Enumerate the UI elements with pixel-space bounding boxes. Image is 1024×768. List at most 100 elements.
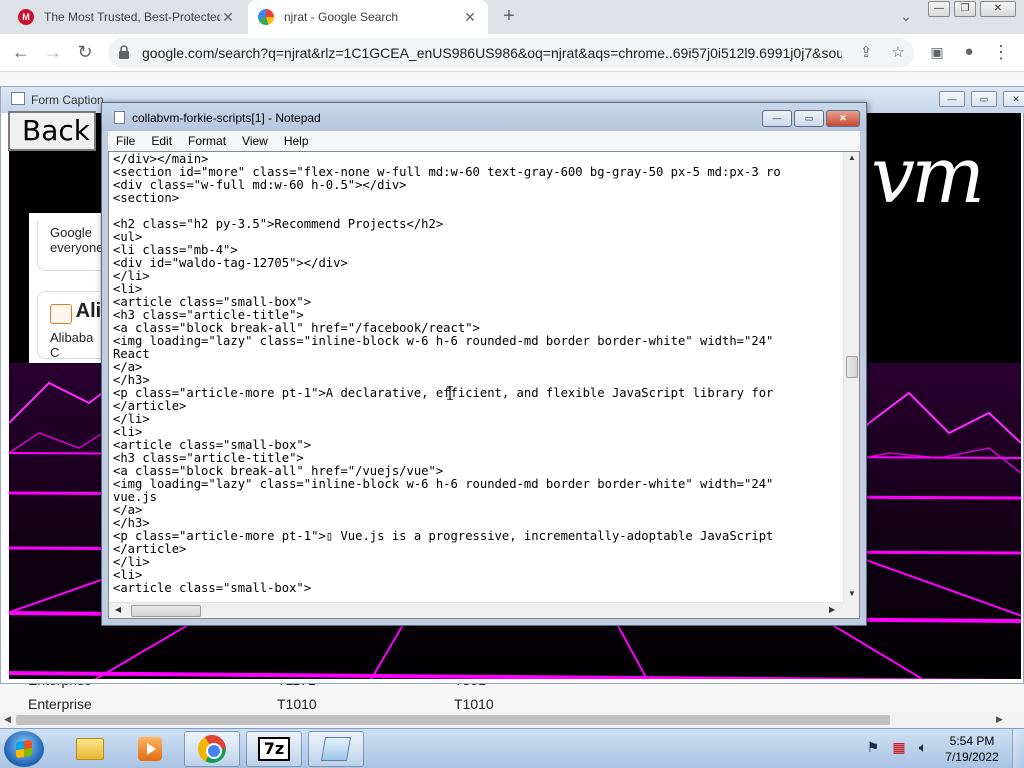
text-line: </li>	[113, 412, 150, 426]
forward-arrow-icon[interactable]: →	[42, 42, 64, 64]
scroll-down-icon[interactable]: ▼	[848, 589, 856, 598]
text-line: </article>	[113, 542, 187, 556]
text-line: <div class="w-full md:w-60 h-0.5"></div>	[113, 178, 407, 192]
browser-toolbar: ← → ↻ google.com/search?q=njrat&rlz=1C1G…	[0, 34, 1024, 72]
taskbar-explorer[interactable]	[62, 731, 118, 767]
maximize-button[interactable]: ▭	[794, 110, 824, 127]
minimize-window-button[interactable]: —	[928, 1, 950, 17]
back-button[interactable]: Back	[8, 111, 96, 151]
vm-logo: vm	[871, 131, 985, 221]
table-cell: T1010	[454, 696, 494, 712]
show-desktop-button[interactable]	[1012, 729, 1024, 768]
text-line: </a>	[113, 360, 143, 374]
network-icon[interactable]: ▦	[890, 739, 908, 757]
taskbar-chrome[interactable]	[184, 731, 240, 767]
taskbar: 7z ⚑ ▦ 🔈︎ 5:54 PM 7/19/2022	[0, 728, 1024, 768]
windows-logo-icon	[16, 739, 32, 759]
scroll-up-icon[interactable]: ▲	[848, 153, 856, 162]
folder-icon	[76, 738, 104, 760]
restore-window-button[interactable]: ❐	[954, 1, 976, 17]
scroll-right-icon[interactable]: ▶	[829, 605, 835, 614]
text-line: <img loading="lazy" class="inline-block …	[113, 477, 774, 491]
text-line: <h2 class="h2 py-3.5">Recommend Projects…	[113, 217, 444, 231]
card-text: Alibaba C	[50, 329, 94, 359]
tab-mcafee[interactable]: M The Most Trusted, Best-Protected ✕	[8, 0, 246, 34]
back-arrow-icon[interactable]: ←	[10, 42, 32, 64]
card-title: Ali	[75, 300, 102, 322]
tab-google-search[interactable]: njrat - Google Search ✕	[248, 0, 488, 34]
close-tab-icon[interactable]: ✕	[220, 9, 236, 26]
minimize-button[interactable]: —	[939, 91, 965, 107]
table-cell: Enterprise	[28, 696, 92, 712]
text-line: <img loading="lazy" class="inline-block …	[113, 334, 774, 348]
notepad-window: collabvm-forkie-scripts[1] - Notepad — ▭…	[101, 102, 867, 626]
side-panel-icon[interactable]: ▣	[926, 42, 948, 64]
media-player-icon	[138, 737, 162, 761]
close-window-button[interactable]: ✕	[980, 1, 1016, 17]
google-icon	[258, 9, 274, 25]
notepad-app-icon	[320, 737, 352, 761]
horizontal-scrollbar[interactable]: ◀ ▶	[109, 602, 843, 618]
form-caption: Form Caption	[31, 93, 104, 107]
mcafee-icon: M	[18, 9, 34, 25]
scroll-left-icon[interactable]: ◀	[4, 714, 11, 725]
new-tab-button[interactable]: +	[498, 6, 520, 28]
action-center-icon[interactable]: ⚑	[864, 739, 882, 757]
7zip-icon: 7z	[258, 737, 290, 761]
window-icon	[11, 92, 25, 105]
system-clock[interactable]: 5:54 PM 7/19/2022	[936, 733, 1008, 765]
bookmark-star-icon[interactable]: ☆	[888, 43, 908, 63]
scroll-thumb[interactable]	[131, 605, 201, 617]
close-button[interactable]: ✕	[1003, 91, 1024, 107]
taskbar-7zip[interactable]: 7z	[246, 731, 302, 767]
scroll-left-icon[interactable]: ◀	[115, 605, 121, 614]
notepad-text-area[interactable]: </div></main> <section id="more" class="f…	[108, 151, 860, 619]
vertical-scrollbar[interactable]: ▲ ▼	[843, 152, 859, 602]
menu-help[interactable]: Help	[276, 134, 317, 148]
menu-kebab-icon[interactable]: ⋮	[990, 42, 1012, 64]
text-line: vue.js	[113, 490, 158, 504]
menu-edit[interactable]: Edit	[143, 134, 180, 148]
tab-title: njrat - Google Search	[284, 10, 399, 24]
scroll-thumb[interactable]	[16, 715, 890, 725]
resize-grip[interactable]	[843, 602, 859, 618]
reload-icon[interactable]: ↻	[74, 42, 96, 64]
alibaba-icon	[50, 303, 72, 324]
tab-search-icon[interactable]: ⌄	[896, 8, 916, 26]
minimize-button[interactable]: —	[762, 110, 792, 127]
page-horizontal-scrollbar[interactable]: ◀ ▶	[0, 712, 1024, 728]
maximize-button[interactable]: ▭	[971, 91, 997, 107]
share-icon[interactable]: ⇪	[856, 43, 876, 63]
menu-file[interactable]: File	[108, 134, 143, 148]
start-button[interactable]	[4, 731, 44, 767]
clock-time: 5:54 PM	[949, 734, 995, 748]
text-line: React	[113, 347, 150, 361]
notepad-text-content[interactable]: </div></main> <section id="more" class="f…	[113, 153, 841, 599]
scroll-right-icon[interactable]: ▶	[996, 714, 1003, 725]
notepad-title-bar[interactable]: collabvm-forkie-scripts[1] - Notepad — ▭…	[102, 103, 866, 131]
notepad-title: collabvm-forkie-scripts[1] - Notepad	[132, 111, 321, 125]
volume-icon[interactable]: 🔈︎	[914, 739, 932, 757]
text-line: </a>	[113, 503, 143, 517]
profile-avatar-icon[interactable]: ●	[958, 42, 980, 64]
chrome-icon	[198, 735, 226, 763]
close-tab-icon[interactable]: ✕	[462, 9, 478, 26]
text-line: <p class="article-more pt-1">A declarati…	[113, 386, 774, 400]
url-text: google.com/search?q=njrat&rlz=1C1GCEA_en…	[142, 45, 842, 61]
text-line: </li>	[113, 269, 150, 283]
text-line: <section>	[113, 191, 180, 205]
browser-tab-strip: M The Most Trusted, Best-Protected ✕ njr…	[0, 0, 1024, 34]
taskbar-notepad[interactable]	[308, 731, 364, 767]
address-bar[interactable]: google.com/search?q=njrat&rlz=1C1GCEA_en…	[108, 38, 914, 68]
menu-format[interactable]: Format	[180, 134, 234, 148]
table-cell: T1010	[277, 696, 317, 712]
close-button[interactable]: ✕	[826, 110, 860, 127]
menu-view[interactable]: View	[234, 134, 276, 148]
text-line: </article>	[113, 399, 187, 413]
notepad-menu-bar: File Edit Format View Help	[108, 131, 860, 151]
scroll-thumb[interactable]	[846, 356, 858, 378]
text-line: <article class="small-box">	[113, 581, 312, 595]
taskbar-media-player[interactable]	[122, 731, 178, 767]
clock-date: 7/19/2022	[945, 750, 999, 764]
text-cursor-icon	[447, 386, 453, 400]
